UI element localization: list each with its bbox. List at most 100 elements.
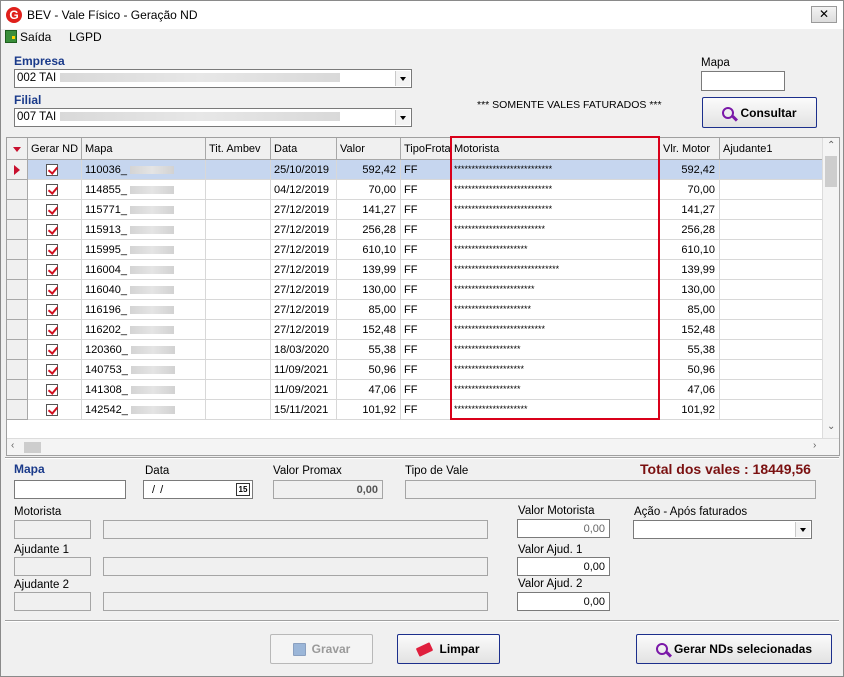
tit-ambev-cell[interactable] — [206, 160, 271, 180]
col-mapa[interactable]: Mapa — [82, 138, 206, 160]
tipo-frota-cell[interactable]: FF — [401, 300, 451, 320]
mapa-cell[interactable]: 116040_ — [82, 280, 206, 300]
ajudante1-cell[interactable] — [720, 340, 824, 360]
data-cell[interactable]: 04/12/2019 — [271, 180, 337, 200]
ajudante1-cell[interactable] — [720, 360, 824, 380]
vlr-motor-cell[interactable]: 55,38 — [660, 340, 720, 360]
mapa-cell[interactable]: 116196_ — [82, 300, 206, 320]
mapa-cell[interactable]: 110036_ — [82, 160, 206, 180]
ajudante1-cell[interactable] — [720, 300, 824, 320]
menu-saida[interactable]: Saída — [5, 30, 51, 44]
motorista-cell[interactable]: ************************** — [451, 220, 660, 240]
mapa-cell[interactable]: 115771_ — [82, 200, 206, 220]
mapa-cell[interactable]: 115913_ — [82, 220, 206, 240]
valor-cell[interactable]: 610,10 — [337, 240, 401, 260]
tit-ambev-cell[interactable] — [206, 300, 271, 320]
gravar-button[interactable]: Gravar — [270, 634, 373, 664]
row-indicator[interactable] — [7, 380, 28, 400]
tipo-frota-cell[interactable]: FF — [401, 280, 451, 300]
ajudante1-cell[interactable] — [720, 380, 824, 400]
horizontal-scrollbar[interactable]: ‹ › — [7, 438, 839, 455]
mapa-cell[interactable]: 114855_ — [82, 180, 206, 200]
gerar-nd-checkbox[interactable] — [46, 384, 58, 396]
tipo-frota-cell[interactable]: FF — [401, 320, 451, 340]
valor-cell[interactable]: 50,96 — [337, 360, 401, 380]
valor-cell[interactable]: 152,48 — [337, 320, 401, 340]
calendar-icon[interactable]: 15 — [236, 483, 250, 496]
mapa-cell[interactable]: 116202_ — [82, 320, 206, 340]
gerar-nd-checkbox[interactable] — [46, 164, 58, 176]
acao-select[interactable] — [633, 520, 812, 539]
mapa-cell[interactable]: 120360_ — [82, 340, 206, 360]
gerar-nds-button[interactable]: Gerar NDs selecionadas — [636, 634, 832, 664]
vlr-motor-cell[interactable]: 101,92 — [660, 400, 720, 420]
vlr-motor-cell[interactable]: 85,00 — [660, 300, 720, 320]
limpar-button[interactable]: Limpar — [397, 634, 500, 664]
row-indicator[interactable] — [7, 300, 28, 320]
tit-ambev-cell[interactable] — [206, 180, 271, 200]
valor-motorista-input[interactable]: 0,00 — [517, 519, 610, 538]
chevron-down-icon[interactable] — [795, 522, 810, 537]
vlr-motor-cell[interactable]: 47,06 — [660, 380, 720, 400]
tit-ambev-cell[interactable] — [206, 400, 271, 420]
gerar-nd-checkbox[interactable] — [46, 224, 58, 236]
ajudante1-cell[interactable] — [720, 200, 824, 220]
tit-ambev-cell[interactable] — [206, 360, 271, 380]
row-indicator[interactable] — [7, 320, 28, 340]
col-tipo-frota[interactable]: TipoFrota — [401, 138, 451, 160]
gerar-nd-checkbox[interactable] — [46, 324, 58, 336]
motorista-cell[interactable]: **************************** — [451, 200, 660, 220]
col-valor[interactable]: Valor — [337, 138, 401, 160]
close-window-button[interactable]: ✕ — [811, 6, 837, 23]
vertical-scrollbar[interactable]: ⌃ ⌄ — [822, 138, 839, 439]
motorista-cell[interactable]: ******************* — [451, 340, 660, 360]
scroll-up-icon[interactable]: ⌃ — [827, 140, 835, 151]
chevron-down-icon[interactable] — [395, 71, 410, 86]
mapa-cell[interactable]: 116004_ — [82, 260, 206, 280]
data-cell[interactable]: 27/12/2019 — [271, 240, 337, 260]
motorista-cell[interactable]: ****************************** — [451, 260, 660, 280]
ajudante1-cell[interactable] — [720, 260, 824, 280]
gerar-nd-checkbox[interactable] — [46, 184, 58, 196]
valor-cell[interactable]: 70,00 — [337, 180, 401, 200]
mapa-cell[interactable]: 142542_ — [82, 400, 206, 420]
data-cell[interactable]: 27/12/2019 — [271, 280, 337, 300]
valor-cell[interactable]: 592,42 — [337, 160, 401, 180]
data-cell[interactable]: 27/12/2019 — [271, 300, 337, 320]
ajudante1-cell[interactable] — [720, 320, 824, 340]
tit-ambev-cell[interactable] — [206, 220, 271, 240]
row-indicator[interactable] — [7, 400, 28, 420]
row-indicator[interactable] — [7, 360, 28, 380]
col-data[interactable]: Data — [271, 138, 337, 160]
gerar-nd-checkbox[interactable] — [46, 344, 58, 356]
mapa-cell[interactable]: 140753_ — [82, 360, 206, 380]
data-cell[interactable]: 11/09/2021 — [271, 360, 337, 380]
vertical-scroll-thumb[interactable] — [825, 156, 837, 187]
vlr-motor-cell[interactable]: 139,99 — [660, 260, 720, 280]
col-vlr-motor[interactable]: Vlr. Motor — [660, 138, 720, 160]
row-indicator[interactable] — [7, 240, 28, 260]
tit-ambev-cell[interactable] — [206, 320, 271, 340]
motorista-cell[interactable]: **************************** — [451, 180, 660, 200]
ajudante1-cell[interactable] — [720, 180, 824, 200]
valor-cell[interactable]: 85,00 — [337, 300, 401, 320]
row-indicator[interactable] — [7, 220, 28, 240]
motorista-cell[interactable]: **************************** — [451, 160, 660, 180]
mapa-cell[interactable]: 141308_ — [82, 380, 206, 400]
tipo-frota-cell[interactable]: FF — [401, 340, 451, 360]
gerar-nd-checkbox[interactable] — [46, 264, 58, 276]
scroll-left-icon[interactable]: ‹ — [11, 440, 14, 451]
data-cell[interactable]: 27/12/2019 — [271, 200, 337, 220]
motorista-cell[interactable]: ******************** — [451, 360, 660, 380]
gerar-nd-checkbox[interactable] — [46, 204, 58, 216]
mapa-cell[interactable]: 115995_ — [82, 240, 206, 260]
tit-ambev-cell[interactable] — [206, 280, 271, 300]
data-cell[interactable]: 18/03/2020 — [271, 340, 337, 360]
filial-select[interactable]: 007 TAI — [14, 108, 412, 127]
data-cell[interactable]: 27/12/2019 — [271, 320, 337, 340]
tipo-frota-cell[interactable]: FF — [401, 260, 451, 280]
valor-cell[interactable]: 139,99 — [337, 260, 401, 280]
tipo-frota-cell[interactable]: FF — [401, 360, 451, 380]
consultar-button[interactable]: Consultar — [702, 97, 817, 128]
chevron-down-icon[interactable] — [395, 110, 410, 125]
